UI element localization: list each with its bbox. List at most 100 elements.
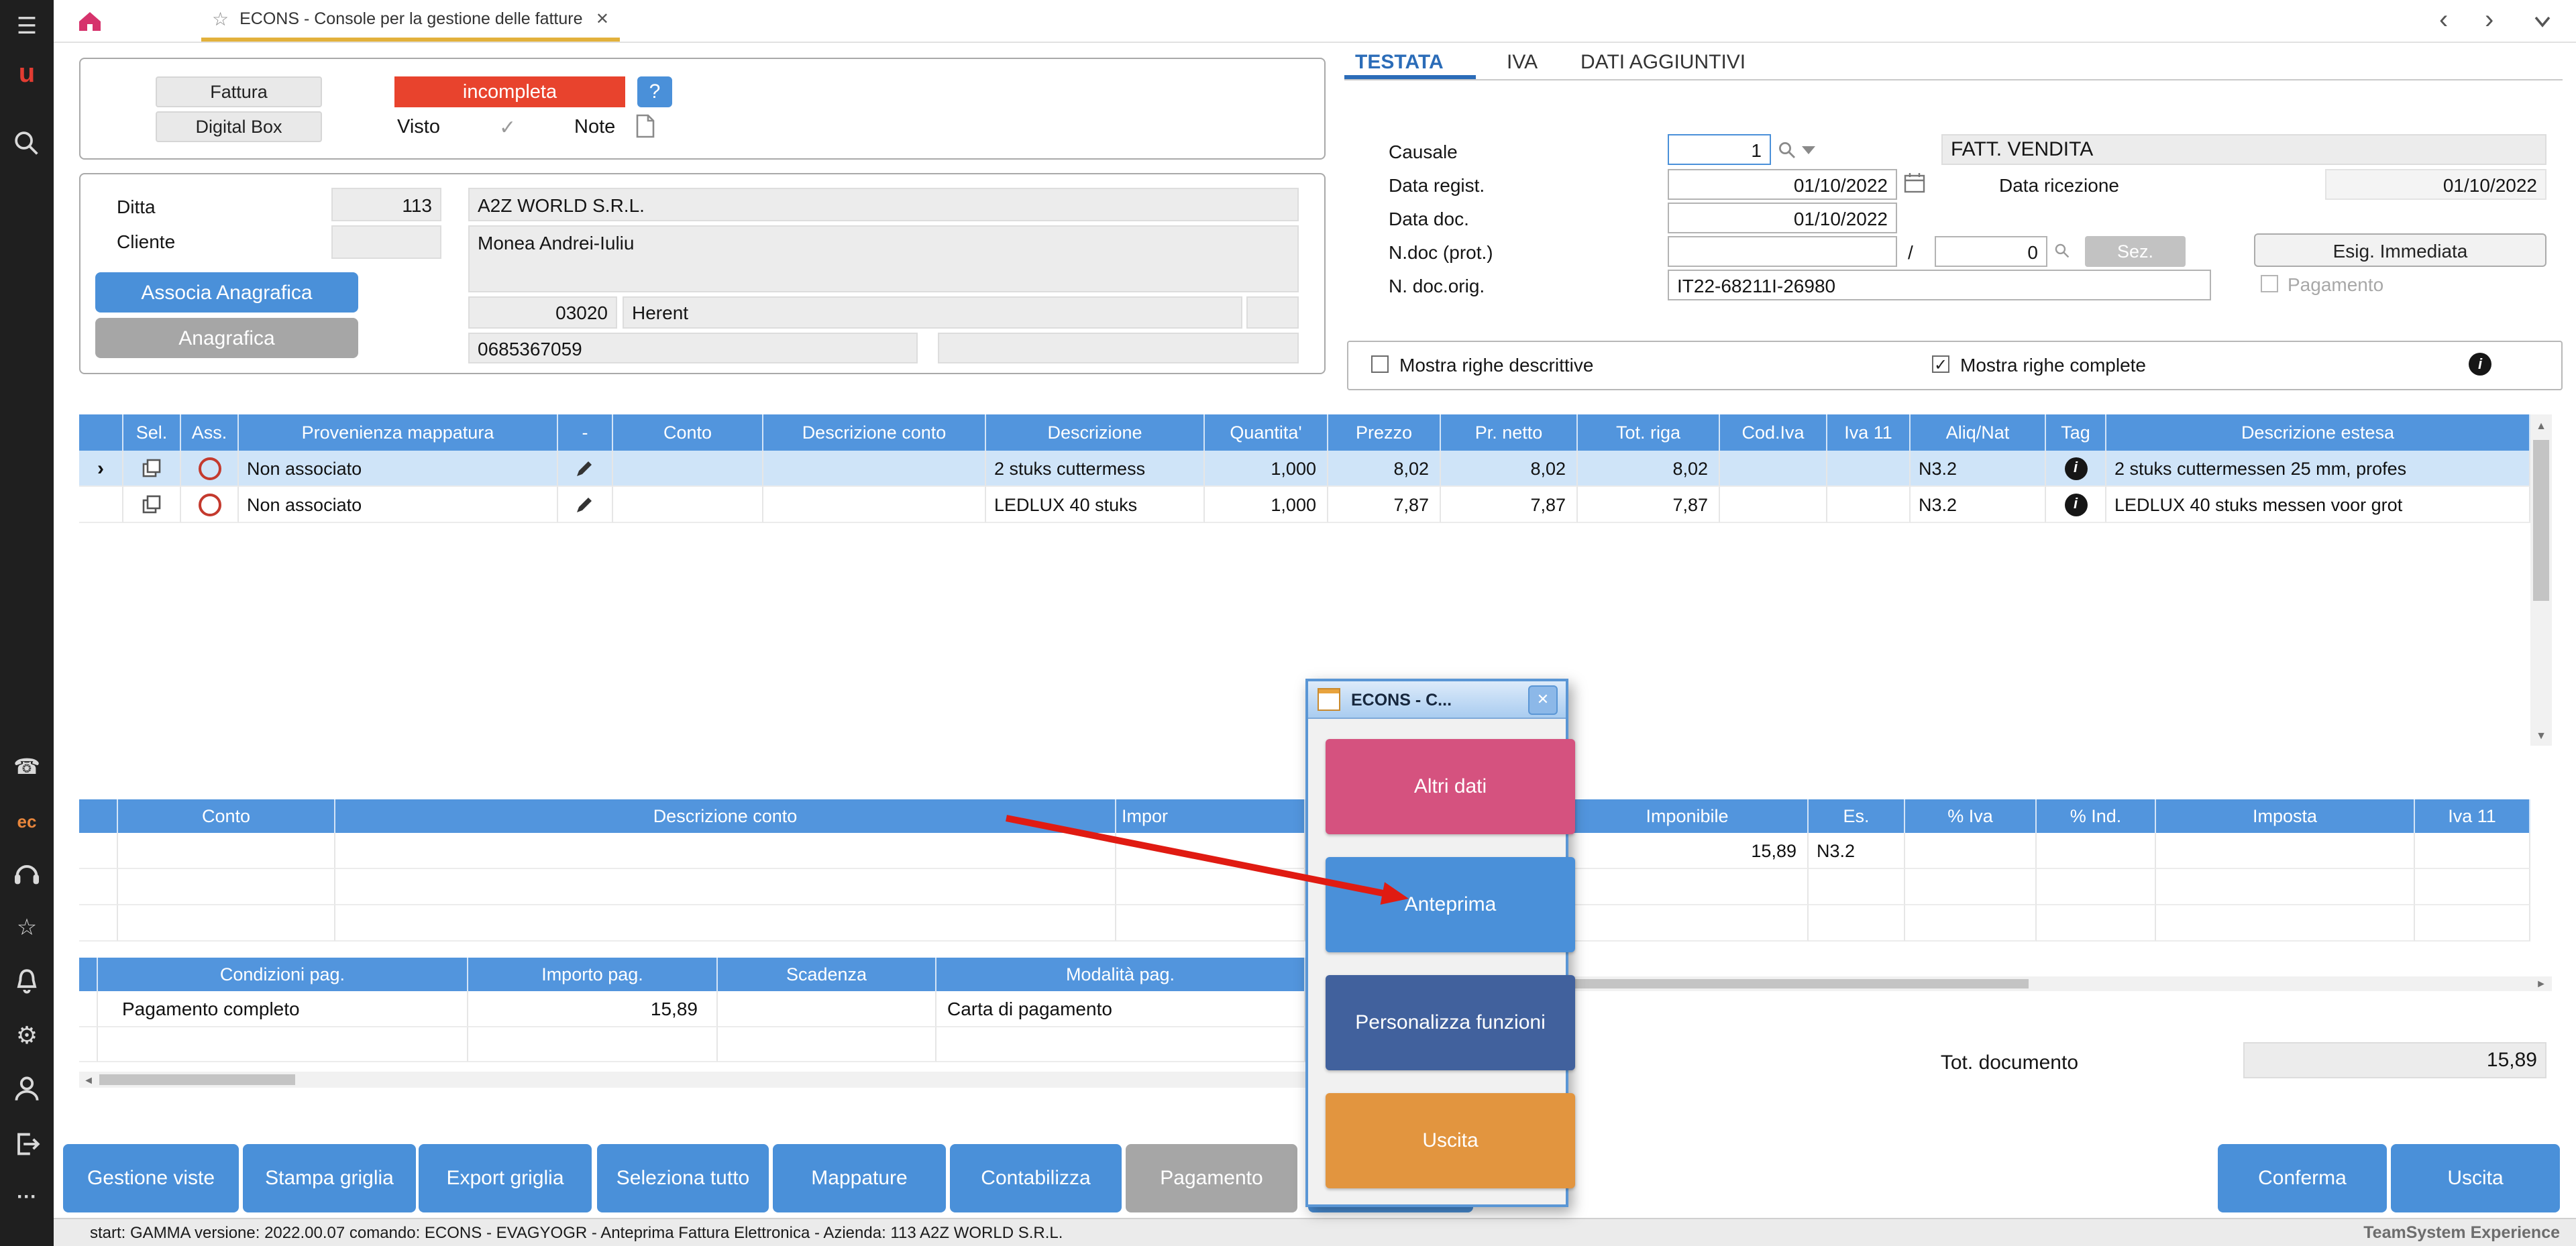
more-options-icon[interactable]: ···: [0, 1180, 54, 1212]
hamburger-menu-icon[interactable]: ☰: [0, 11, 54, 43]
home-icon[interactable]: [76, 9, 103, 34]
contabilizza-button[interactable]: Contabilizza: [950, 1144, 1122, 1212]
search-icon[interactable]: [0, 129, 54, 158]
col-quantita[interactable]: Quantita': [1205, 414, 1328, 451]
iva-row[interactable]: 15,89 N3.2: [1567, 833, 2530, 869]
scroll-up-icon[interactable]: ▲: [2530, 414, 2552, 436]
col-modalita-pag[interactable]: Modalità pag.: [936, 958, 1305, 991]
digital-box-button[interactable]: Digital Box: [156, 111, 322, 142]
data-regist-field[interactable]: 01/10/2022: [1668, 169, 1897, 200]
phone-field[interactable]: 0685367059: [468, 333, 918, 363]
col-descrizione-conto[interactable]: Descrizione conto: [335, 799, 1116, 833]
conto-empty-row[interactable]: [79, 833, 1305, 869]
stampa-griglia-button[interactable]: Stampa griglia: [243, 1144, 416, 1212]
scrollbar-thumb[interactable]: [99, 1074, 295, 1085]
select-icon[interactable]: [142, 459, 161, 477]
tab-testata[interactable]: TESTATA: [1355, 48, 1444, 75]
conto-empty-row[interactable]: [79, 869, 1305, 905]
pagamento-checkbox[interactable]: [2261, 275, 2278, 292]
export-griglia-button[interactable]: Export griglia: [419, 1144, 592, 1212]
anagrafica-button[interactable]: Anagrafica: [95, 318, 358, 358]
dialog-close-icon[interactable]: ✕: [1528, 685, 1558, 714]
uscita-button[interactable]: Uscita: [2391, 1144, 2560, 1212]
uscita-dialog-button[interactable]: Uscita: [1326, 1093, 1575, 1188]
calendar-icon[interactable]: [1904, 172, 1925, 193]
causale-field[interactable]: 1: [1668, 134, 1771, 165]
tag-info-icon[interactable]: [2064, 493, 2087, 516]
scrollbar-thumb[interactable]: [2533, 440, 2549, 601]
user-profile-icon[interactable]: [0, 1073, 54, 1105]
col-perc-iva[interactable]: % Iva: [1905, 799, 2037, 833]
associa-anagrafica-button[interactable]: Associa Anagrafica: [95, 272, 358, 313]
col-aliq-nat[interactable]: Aliq/Nat: [1911, 414, 2046, 451]
causale-search-icon[interactable]: [1778, 141, 1796, 160]
city-field[interactable]: Herent: [623, 296, 1242, 329]
iva-empty-row[interactable]: [1567, 905, 2530, 942]
ndoc-prot-field[interactable]: [1668, 236, 1897, 267]
select-icon[interactable]: [142, 495, 161, 514]
col-perc-ind[interactable]: % Ind.: [2037, 799, 2156, 833]
causale-desc-field[interactable]: FATT. VENDITA: [1941, 134, 2546, 165]
col-condizioni-pag[interactable]: Condizioni pag.: [98, 958, 468, 991]
cliente-name-field[interactable]: Monea Andrei-Iuliu: [468, 225, 1299, 292]
col-importo[interactable]: Impor: [1116, 799, 1305, 833]
causale-dropdown-icon[interactable]: [1802, 146, 1815, 156]
postal-code-field[interactable]: 03020: [468, 296, 617, 329]
col-iva-11[interactable]: Iva 11: [1827, 414, 1911, 451]
col-conto[interactable]: Conto: [118, 799, 335, 833]
logout-icon[interactable]: [0, 1128, 54, 1160]
scroll-left-icon[interactable]: ◄: [79, 1072, 98, 1088]
col-pr-netto[interactable]: Pr. netto: [1441, 414, 1578, 451]
fattura-button[interactable]: Fattura: [156, 76, 322, 107]
ndoc-search-icon[interactable]: [2054, 243, 2070, 259]
nav-dropdown-icon[interactable]: [2533, 15, 2552, 28]
visto-check-icon[interactable]: ✓: [499, 113, 516, 141]
esig-immediata-button[interactable]: Esig. Immediata: [2254, 233, 2546, 267]
notifications-bell-icon[interactable]: [0, 966, 54, 998]
col-descrizione-estesa[interactable]: Descrizione estesa: [2106, 414, 2530, 451]
scroll-down-icon[interactable]: ▼: [2530, 724, 2552, 746]
headset-icon[interactable]: [0, 858, 54, 891]
pagamento-button[interactable]: Pagamento: [1126, 1144, 1297, 1212]
col-prezzo[interactable]: Prezzo: [1328, 414, 1441, 451]
personalizza-funzioni-button[interactable]: Personalizza funzioni: [1326, 975, 1575, 1070]
col-dash[interactable]: -: [558, 414, 613, 451]
col-es[interactable]: Es.: [1809, 799, 1905, 833]
tab-close-icon[interactable]: ✕: [596, 9, 609, 28]
settings-gear-icon[interactable]: ⚙: [0, 1019, 54, 1052]
edit-pencil-icon[interactable]: [576, 495, 594, 514]
ditta-code-field[interactable]: 113: [331, 188, 441, 221]
mappature-button[interactable]: Mappature: [773, 1144, 946, 1212]
tab-iva[interactable]: IVA: [1507, 48, 1538, 75]
col-tot-riga[interactable]: Tot. riga: [1578, 414, 1720, 451]
dialog-titlebar[interactable]: ECONS - C... ✕: [1308, 681, 1566, 719]
col-descrizione-conto[interactable]: Descrizione conto: [763, 414, 986, 451]
province-field[interactable]: [1246, 296, 1299, 329]
sez-button[interactable]: Sez.: [2085, 236, 2186, 267]
table-row[interactable]: › Non associato 2 stuks cuttermess 1,000…: [79, 451, 2530, 487]
note-document-icon[interactable]: [636, 114, 655, 138]
ndoc-num-field[interactable]: 0: [1935, 236, 2047, 267]
tag-info-icon[interactable]: [2064, 457, 2087, 479]
mostra-complete-checkbox[interactable]: ✓: [1932, 355, 1949, 373]
col-iva-11[interactable]: Iva 11: [2415, 799, 2530, 833]
nav-forward-icon[interactable]: ›: [2485, 5, 2493, 36]
edit-pencil-icon[interactable]: [576, 459, 594, 477]
scroll-right-icon[interactable]: ►: [2530, 976, 2552, 991]
table-row[interactable]: Non associato LEDLUX 40 stuks 1,000 7,87…: [79, 487, 2530, 523]
browser-tab[interactable]: ☆ ECONS - Console per la gestione delle …: [201, 0, 620, 42]
cliente-code-field[interactable]: [331, 225, 441, 259]
phone-icon[interactable]: ☎: [0, 751, 54, 783]
data-doc-field[interactable]: 01/10/2022: [1668, 203, 1897, 233]
tab-dati-aggiuntivi[interactable]: DATI AGGIUNTIVI: [1580, 48, 1746, 75]
ndoc-orig-field[interactable]: IT22-68211I-26980: [1668, 270, 2211, 300]
anteprima-button[interactable]: Anteprima: [1326, 857, 1575, 952]
altri-dati-button[interactable]: Altri dati: [1326, 739, 1575, 834]
col-sel[interactable]: Sel.: [123, 414, 181, 451]
col-provenienza[interactable]: Provenienza mappatura: [239, 414, 558, 451]
iva-empty-row[interactable]: [1567, 869, 2530, 905]
favorites-star-icon[interactable]: ☆: [0, 912, 54, 944]
col-tag[interactable]: Tag: [2046, 414, 2106, 451]
col-importo-pag[interactable]: Importo pag.: [468, 958, 718, 991]
col-ass[interactable]: Ass.: [181, 414, 239, 451]
